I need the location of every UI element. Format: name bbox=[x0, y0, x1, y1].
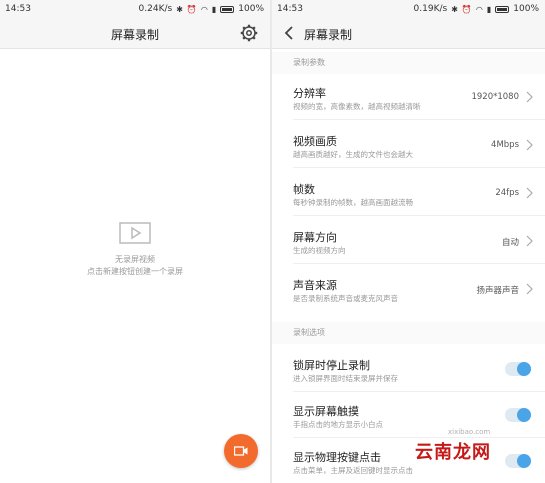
status-time: 14:53 bbox=[5, 4, 31, 14]
status-bar: 14:53 0.24K/s ✱ ⏰ ◠ ▮ 100% bbox=[0, 0, 270, 18]
setting-orientation[interactable]: 屏幕方向 生成的视频方向 自动 bbox=[272, 220, 545, 264]
setting-title: 显示屏幕触摸 bbox=[293, 405, 359, 418]
watermark: 云南龙网 bbox=[413, 438, 493, 464]
setting-title: 显示物理按键点击 bbox=[293, 451, 381, 464]
setting-stop-on-lock: 锁屏时停止录制 进入锁屏界面时结束录屏并保存 bbox=[272, 348, 545, 392]
network-speed: 0.24K/s bbox=[138, 4, 173, 14]
show-key-presses-toggle[interactable] bbox=[505, 454, 531, 468]
setting-subtitle: 视频的宽，高像素数，越高视频越清晰 bbox=[293, 102, 421, 111]
app-bar: 屏幕录制 bbox=[0, 18, 270, 49]
app-bar: 屏幕录制 bbox=[272, 18, 545, 49]
bluetooth-icon: ✱ bbox=[451, 4, 458, 14]
page-title: 屏幕录制 bbox=[304, 28, 353, 42]
setting-resolution[interactable]: 分辨率 视频的宽，高像素数，越高视频越清晰 1920*1080 bbox=[272, 76, 545, 120]
chevron-right-icon bbox=[526, 139, 533, 151]
setting-subtitle: 进入锁屏界面时结束录屏并保存 bbox=[293, 374, 398, 383]
status-bar: 14:53 0.19K/s ✱ ⏰ ◠ ▮ 100% bbox=[272, 0, 545, 18]
setting-subtitle: 越高画质越好，生成的文件也会越大 bbox=[293, 150, 413, 159]
empty-hint: 点击新建按钮创建一个录屏 bbox=[87, 267, 183, 276]
setting-subtitle: 手指点击的地方显示小白点 bbox=[293, 420, 383, 429]
setting-frame-rate[interactable]: 帧数 每秒钟录制的帧数，越高画面越流畅 24fps bbox=[272, 172, 545, 216]
setting-title: 声音来源 bbox=[293, 279, 337, 292]
chevron-right-icon bbox=[526, 91, 533, 103]
chevron-right-icon bbox=[526, 235, 533, 247]
empty-title: 无录屏视频 bbox=[115, 255, 155, 264]
show-touches-toggle[interactable] bbox=[505, 408, 531, 422]
status-time: 14:53 bbox=[277, 4, 303, 14]
camera-icon bbox=[234, 446, 248, 456]
stop-on-lock-toggle[interactable] bbox=[505, 362, 531, 376]
signal-icon: ▮ bbox=[486, 4, 492, 14]
setting-value: 1920*1080 bbox=[471, 92, 519, 102]
wifi-icon: ◠ bbox=[475, 4, 483, 14]
alarm-icon: ⏰ bbox=[461, 4, 472, 14]
section-header-params: 录制参数 bbox=[272, 52, 545, 74]
setting-title: 屏幕方向 bbox=[293, 231, 337, 244]
page-title: 屏幕录制 bbox=[110, 28, 159, 42]
new-recording-button[interactable] bbox=[224, 434, 258, 468]
setting-value: 扬声器声音 bbox=[476, 286, 519, 296]
battery-icon bbox=[495, 5, 510, 13]
watermark-url: xixibao.com bbox=[448, 428, 491, 436]
setting-title: 分辨率 bbox=[293, 87, 326, 100]
setting-subtitle: 生成的视频方向 bbox=[293, 246, 346, 255]
setting-audio-source[interactable]: 声音来源 是否录制系统声音或麦克风声音 扬声器声音 bbox=[272, 268, 545, 312]
battery-icon bbox=[220, 5, 235, 13]
battery-percent: 100% bbox=[513, 4, 539, 14]
gear-icon[interactable] bbox=[240, 24, 258, 42]
battery-percent: 100% bbox=[238, 4, 264, 14]
setting-value: 24fps bbox=[495, 188, 519, 198]
bluetooth-icon: ✱ bbox=[176, 4, 183, 14]
network-speed: 0.19K/s bbox=[413, 4, 448, 14]
recording-settings-screen: 14:53 0.19K/s ✱ ⏰ ◠ ▮ 100% 屏幕录制 录制参数 分辨率… bbox=[272, 0, 545, 483]
setting-title: 锁屏时停止录制 bbox=[293, 359, 370, 372]
chevron-right-icon bbox=[526, 187, 533, 199]
section-header-options: 录制选项 bbox=[272, 322, 545, 344]
setting-show-key-presses: 显示物理按键点击 点击菜单，主屏及返回键时显示点击 bbox=[272, 440, 545, 483]
empty-state: 无录屏视频 点击新建按钮创建一个录屏 bbox=[0, 222, 270, 278]
video-play-icon bbox=[119, 222, 151, 244]
back-icon[interactable] bbox=[282, 24, 296, 42]
setting-title: 帧数 bbox=[293, 183, 315, 196]
setting-subtitle: 点击菜单，主屏及返回键时显示点击 bbox=[293, 466, 413, 475]
signal-icon: ▮ bbox=[211, 4, 217, 14]
setting-show-touches: 显示屏幕触摸 手指点击的地方显示小白点 bbox=[272, 394, 545, 438]
setting-title: 视频画质 bbox=[293, 135, 337, 148]
wifi-icon: ◠ bbox=[200, 4, 208, 14]
setting-subtitle: 是否录制系统声音或麦克风声音 bbox=[293, 294, 398, 303]
setting-video-quality[interactable]: 视频画质 越高画质越好，生成的文件也会越大 4Mbps bbox=[272, 124, 545, 168]
setting-subtitle: 每秒钟录制的帧数，越高画面越流畅 bbox=[293, 198, 413, 207]
alarm-icon: ⏰ bbox=[186, 4, 197, 14]
recordings-screen: 14:53 0.24K/s ✱ ⏰ ◠ ▮ 100% 屏幕录制 无录屏视频 点击… bbox=[0, 0, 270, 483]
setting-value: 4Mbps bbox=[491, 140, 519, 150]
setting-value: 自动 bbox=[501, 238, 519, 248]
chevron-right-icon bbox=[526, 283, 533, 295]
